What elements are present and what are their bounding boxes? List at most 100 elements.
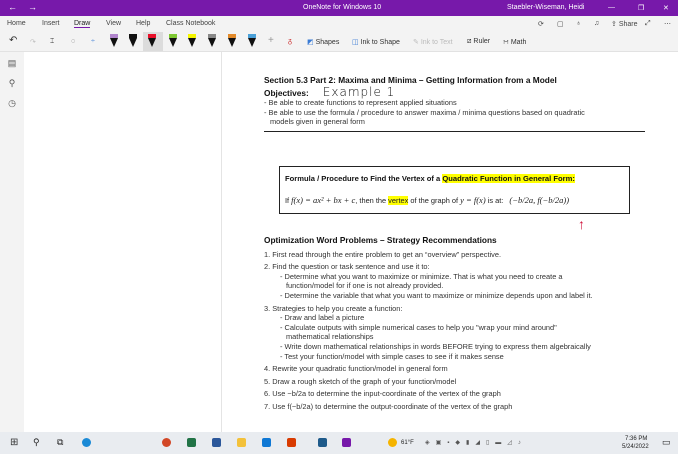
weather-icon — [388, 438, 397, 447]
undo-icon[interactable]: ↶ — [9, 35, 17, 46]
ink-to-text-icon: ✎ — [413, 39, 419, 46]
vertex-highlight: vertex — [388, 196, 409, 205]
step-subitem: - Test your function/model with simple c… — [280, 351, 504, 361]
step-text: 3. Strategies to help you create a funct… — [264, 303, 403, 313]
ink-to-shape-button[interactable]: ◫ Ink to Shape — [352, 38, 400, 46]
lightbulb-icon[interactable]: ♁ — [576, 20, 581, 27]
maximize-button[interactable]: ❐ — [638, 4, 644, 12]
pen-3[interactable] — [148, 34, 156, 49]
notebooks-icon[interactable]: ▤ — [0, 58, 24, 72]
clock-date[interactable]: 5/24/2022 — [622, 444, 649, 450]
tab-draw[interactable]: Draw — [74, 20, 91, 28]
forward-button[interactable]: → — [28, 2, 37, 12]
formula-title: Formula / Procedure to Find the Vertex o… — [285, 174, 443, 183]
outlook-icon[interactable] — [262, 438, 271, 447]
strategy-step: 6. Use −b/2a to determine the input-coor… — [264, 389, 664, 399]
objectives-label: Objectives: — [264, 87, 309, 98]
vertex-formula: (−b/2a, f(−b/2a)) — [509, 195, 570, 205]
tab-view[interactable]: View — [106, 20, 121, 27]
shapes-icon: ◩ — [307, 39, 314, 46]
step-subitem: mathematical relationships — [286, 332, 374, 342]
step-subitem: function/model for if one is not already… — [286, 281, 444, 291]
system-tray-icons[interactable]: ◈▣▪◆▮◢▯▬◿♪ — [425, 439, 527, 446]
tab-class-notebook[interactable]: Class Notebook — [166, 20, 215, 27]
app-title: OneNote for Windows 10 — [303, 4, 382, 11]
ink-replay-icon[interactable]: ᵹ — [288, 38, 292, 45]
bell-icon[interactable]: ♫ — [594, 20, 599, 27]
strategy-section: Optimization Word Problems – Strategy Re… — [264, 235, 664, 415]
task-view-icon[interactable]: ⧉ — [57, 437, 63, 448]
tab-help[interactable]: Help — [136, 20, 150, 27]
powerpoint-icon[interactable] — [162, 438, 171, 447]
strategy-step: 1. First read through the entire problem… — [264, 250, 664, 260]
strategy-list: 1. First read through the entire problem… — [264, 250, 664, 412]
word-icon[interactable] — [212, 438, 221, 447]
strategy-step: 4. Rewrite your quadratic function/model… — [264, 364, 664, 374]
title-bar: ← → OneNote for Windows 10 Staebler-Wise… — [0, 0, 678, 16]
search-icon[interactable]: ⚲ — [0, 78, 24, 92]
math-button[interactable]: ∺ Math — [503, 38, 526, 46]
handwritten-ink: Example 1 — [322, 84, 396, 99]
user-name[interactable]: Staebler-Wiseman, Heidi — [507, 4, 584, 11]
excel-icon[interactable] — [187, 438, 196, 447]
sync-icon[interactable]: ⟳ — [538, 20, 544, 28]
app-icon[interactable] — [318, 438, 327, 447]
function-expression: f(x) = ax² + bx + c — [291, 195, 356, 205]
office-icon[interactable] — [287, 438, 296, 447]
weather-temp[interactable]: 61°F — [401, 440, 414, 446]
minimize-button[interactable]: — — [608, 4, 615, 11]
tab-home[interactable]: Home — [7, 20, 26, 27]
search-icon[interactable]: ⚲ — [33, 437, 40, 448]
section-heading: Optimization Word Problems – Strategy Re… — [264, 235, 497, 245]
step-text: 6. Use −b/2a to determine the input-coor… — [264, 389, 501, 399]
objective-item: - Be able to use the formula / procedure… — [264, 107, 585, 117]
formula-box: Formula / Procedure to Find the Vertex o… — [279, 166, 630, 214]
step-subitem: - Draw and label a picture — [280, 313, 365, 323]
shapes-button[interactable]: ◩ Shapes — [307, 38, 339, 46]
add-pen-icon[interactable]: + — [268, 35, 274, 46]
fullscreen-icon[interactable]: ⤢ — [645, 20, 651, 28]
step-text: 2. Find the question or task sentence an… — [264, 262, 430, 272]
pen-8[interactable] — [248, 34, 256, 49]
type-select-icon[interactable]: ⌶ — [50, 38, 54, 46]
start-button[interactable]: ⊞ — [10, 437, 18, 448]
objective-item: models given in general form — [270, 117, 365, 127]
pen-2[interactable] — [129, 34, 137, 49]
strategy-step: 3. Strategies to help you create a funct… — [264, 304, 664, 362]
step-text: 4. Rewrite your quadratic function/model… — [264, 364, 448, 374]
sticky-note-icon[interactable]: ▢ — [557, 20, 564, 28]
left-rail: ▤ ⚲ ◷ — [0, 52, 24, 432]
ribbon-tabs: Home Insert Draw View Help Class Noteboo… — [0, 16, 678, 31]
lasso-select-icon[interactable]: ◌ — [71, 38, 75, 45]
insert-space-icon[interactable]: ÷ — [91, 38, 95, 45]
clock-time[interactable]: 7:36 PM — [625, 436, 647, 442]
more-icon[interactable]: ⋯ — [664, 20, 671, 28]
note-page[interactable]: Section 5.3 Part 2: Maxima and Minima – … — [264, 75, 654, 133]
back-button[interactable]: ← — [8, 2, 17, 12]
edge-icon[interactable] — [82, 438, 91, 447]
ruler-button[interactable]: ⧄ Ruler — [467, 38, 490, 46]
close-button[interactable]: ✕ — [663, 4, 669, 12]
ink-to-shape-icon: ◫ — [352, 39, 359, 46]
pane-divider[interactable] — [221, 52, 222, 432]
ink-to-text-button[interactable]: ✎ Ink to Text — [413, 38, 453, 46]
pen-6[interactable] — [208, 34, 216, 49]
strategy-step: 7. Use f(−b/2a) to determine the output-… — [264, 402, 664, 412]
tab-insert[interactable]: Insert — [42, 20, 60, 27]
step-text: 5. Draw a rough sketch of the graph of y… — [264, 376, 457, 386]
redo-icon[interactable]: ↷ — [30, 38, 36, 46]
objective-item: - Be able to create functions to represe… — [264, 98, 457, 108]
pen-7[interactable] — [228, 34, 236, 49]
step-subitem: - Determine the variable that what you w… — [280, 290, 593, 300]
notifications-icon[interactable]: ▭ — [662, 437, 671, 448]
pen-4[interactable] — [169, 34, 177, 49]
share-button[interactable]: ⇪ Share — [611, 20, 638, 28]
step-subitem: - Calculate outputs with simple numerica… — [280, 322, 557, 332]
onenote-icon[interactable] — [342, 438, 351, 447]
step-subitem: - Write down mathematical relationships … — [280, 341, 591, 351]
file-explorer-icon[interactable] — [237, 438, 246, 447]
pen-1[interactable] — [110, 34, 118, 49]
recent-icon[interactable]: ◷ — [0, 98, 24, 112]
formula-title-highlight: Quadratic Function in General Form: — [442, 174, 575, 183]
highlighter-yellow[interactable] — [188, 34, 196, 49]
